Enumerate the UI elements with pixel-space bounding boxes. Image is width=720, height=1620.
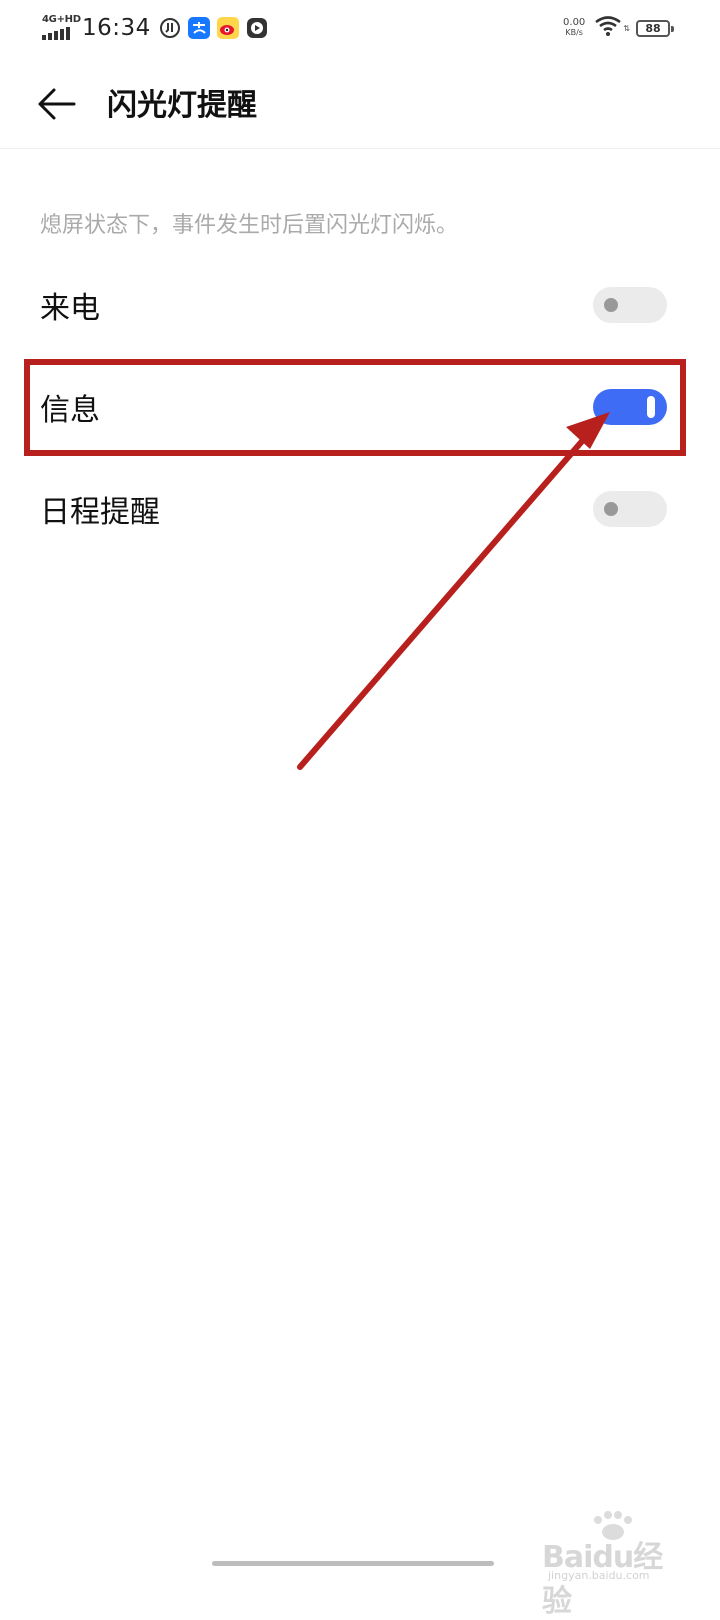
status-left: 4G+HD 16:34 [42,12,275,44]
setting-label-incoming-call: 来电 [40,291,100,326]
back-arrow-icon[interactable] [36,84,76,124]
battery-level: 88 [645,21,661,35]
annotation-arrow [297,412,610,770]
app-header: 闪光灯提醒 [0,56,720,149]
setting-label-calendar-reminder: 日程提醒 [40,495,160,530]
setting-row-incoming-call[interactable]: 来电 [0,260,720,350]
status-bar: 4G+HD 16:34 0.00 KB/s ⇅ 88 [0,0,720,56]
page-title: 闪光灯提醒 [107,88,257,123]
speed-unit: KB/s [565,28,583,37]
toggle-knob [604,502,618,516]
video-app-icon [246,17,268,39]
battery-icon: 88 [636,19,674,37]
status-right: 0.00 KB/s ⇅ 88 [563,14,674,42]
status-time: 16:34 [82,15,151,41]
speed-value: 0.00 [563,17,586,28]
toggle-knob [604,298,618,312]
data-activity-icon: ⇅ [623,23,630,33]
calendar-reminder-toggle[interactable] [593,491,667,527]
back-button[interactable] [36,84,88,124]
alipay-icon [187,17,210,39]
weibo-icon [216,17,239,39]
wifi-icon [595,16,622,40]
cellular-signal-icon: 4G+HD [42,14,81,42]
settings-description: 熄屏状态下，事件发生时后置闪光灯闪烁。 [40,213,459,238]
home-indicator[interactable] [212,1561,494,1566]
incoming-call-toggle[interactable] [593,287,667,323]
battery-tip [671,25,674,32]
annotation-highlight-box [24,359,686,456]
setting-row-calendar-reminder[interactable]: 日程提醒 [0,464,720,554]
signal-bars-icon [42,27,70,40]
clock-app-icon [159,17,181,39]
baidu-watermark: Baidu经验 jingyan.baidu.com [540,1510,680,1619]
watermark-site: jingyan.baidu.com [548,1569,650,1582]
network-type: 4G+HD [42,14,81,25]
network-speed: 0.00 KB/s [563,18,585,38]
